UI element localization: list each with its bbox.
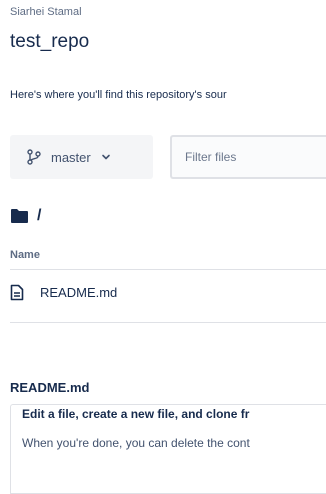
file-icon	[10, 284, 24, 301]
readme-section-title: Edit a file, create a new file, and clon…	[22, 407, 250, 421]
filter-files-placeholder: Filter files	[185, 150, 237, 164]
branch-icon	[26, 149, 42, 165]
file-name-link[interactable]: README.md	[40, 285, 117, 300]
breadcrumb: /	[10, 207, 41, 225]
column-header-name[interactable]: Name	[10, 249, 40, 261]
divider	[10, 269, 326, 270]
branch-selector-button[interactable]: master	[10, 135, 153, 179]
page-title: test_repo	[10, 31, 90, 52]
folder-icon	[10, 208, 29, 224]
chevron-down-icon	[101, 152, 111, 162]
divider	[10, 322, 326, 323]
repo-owner-breadcrumb[interactable]: Siarhei Stamal	[10, 6, 82, 18]
filter-files-input[interactable]: Filter files	[170, 135, 326, 179]
path-root[interactable]: /	[37, 207, 41, 225]
readme-heading: README.md	[10, 380, 90, 395]
branch-label: master	[51, 149, 91, 165]
repo-description: Here's where you'll find this repository…	[10, 89, 227, 101]
table-row[interactable]: README.md	[10, 284, 117, 301]
readme-section-text: When you're done, you can delete the con…	[22, 436, 250, 450]
